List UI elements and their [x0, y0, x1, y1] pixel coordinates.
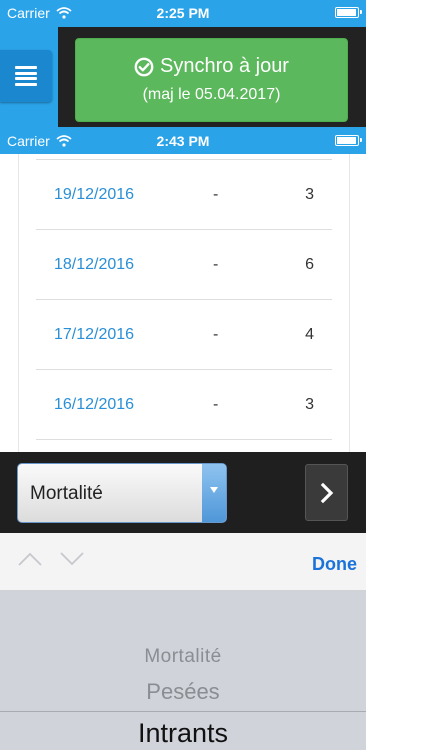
select-value: Mortalité [30, 483, 103, 504]
battery-icon [335, 135, 362, 146]
battery-icon [335, 7, 362, 18]
status-time: 2:43 PM [156, 133, 210, 149]
dropdown-arrow-icon[interactable] [202, 464, 226, 522]
row-dash: - [213, 396, 219, 413]
chevron-right-icon [320, 482, 333, 503]
picker-option-selected[interactable]: Intrants [0, 718, 366, 749]
row-date[interactable]: 16/12/2016 [54, 396, 134, 414]
list-row[interactable]: 18/12/2016 - 6 [36, 229, 332, 300]
next-button[interactable] [305, 464, 348, 521]
list-row[interactable]: 19/12/2016 - 3 [36, 159, 332, 230]
data-list[interactable]: 19/12/2016 - 3 18/12/2016 - 6 17/12/2016… [18, 154, 350, 452]
picker-option[interactable]: Mortalité [0, 646, 366, 668]
row-dash: - [213, 256, 219, 273]
chevron-down-icon[interactable] [59, 550, 85, 568]
picker-selection-line [0, 711, 366, 712]
done-button[interactable]: Done [312, 554, 357, 575]
row-value: 3 [305, 186, 314, 203]
sync-title: Synchro à jour [160, 55, 289, 77]
row-dash: - [213, 326, 219, 343]
picker-accessory-bar: Done [0, 533, 366, 591]
chevron-up-icon[interactable] [17, 550, 43, 568]
row-date[interactable]: 17/12/2016 [54, 326, 134, 344]
picker-option[interactable]: Pesées [0, 679, 366, 705]
row-value: 3 [305, 396, 314, 413]
menu-icon [15, 66, 37, 86]
row-date[interactable]: 19/12/2016 [54, 186, 134, 204]
menu-button[interactable] [0, 50, 52, 102]
row-value: 4 [305, 326, 314, 343]
status-bar-top: Carrier 2:25 PM [0, 0, 366, 26]
status-time: 2:25 PM [156, 5, 210, 21]
list-row[interactable]: 17/12/2016 - 4 [36, 299, 332, 370]
row-value: 6 [305, 256, 314, 273]
row-date[interactable]: 18/12/2016 [54, 256, 134, 274]
app-screen: Carrier 2:25 PM Synchro à jour (maj le 0… [0, 0, 366, 750]
picker-wheel[interactable]: Mortalité Pesées Intrants [0, 591, 366, 750]
header: Carrier 2:25 PM Synchro à jour (maj le 0… [0, 0, 366, 128]
check-circle-icon [134, 57, 154, 76]
list-row[interactable]: 16/12/2016 - 3 [36, 369, 332, 440]
sync-status-badge[interactable]: Synchro à jour (maj le 05.04.2017) [75, 38, 348, 122]
category-select[interactable]: Mortalité [17, 463, 227, 523]
sync-subtitle: (maj le 05.04.2017) [142, 86, 281, 103]
row-dash: - [213, 186, 219, 203]
status-bar-second: Carrier 2:43 PM [0, 128, 366, 154]
select-toolbar: Mortalité [0, 452, 366, 533]
list-row[interactable] [36, 439, 332, 452]
